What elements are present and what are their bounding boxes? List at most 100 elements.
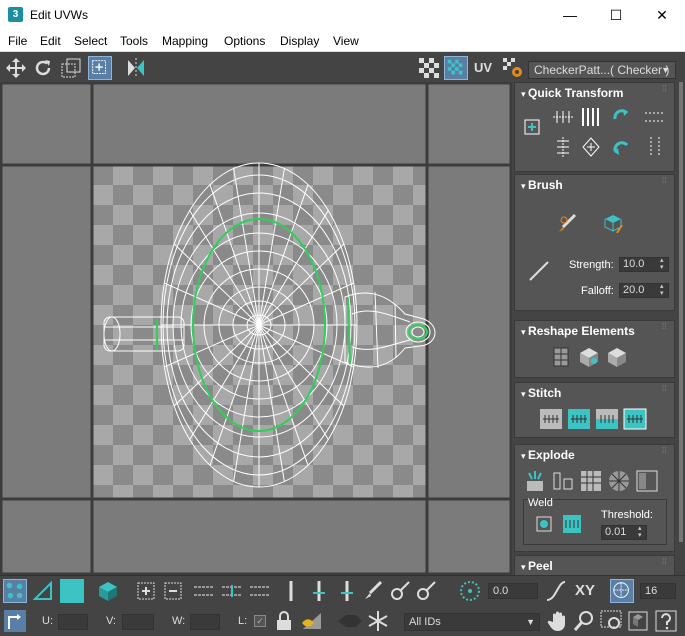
straighten-selection-icon[interactable]: [549, 345, 573, 369]
flip-vertical-icon[interactable]: [643, 135, 667, 159]
checker-pattern-dropdown[interactable]: CheckerPatt...( Checker ) ▼: [528, 61, 676, 79]
grow-selection-icon[interactable]: [134, 579, 158, 603]
grid-size-field[interactable]: 16: [640, 583, 676, 599]
absolute-offset-icon[interactable]: [3, 609, 27, 633]
strength-spinner[interactable]: 10.0: [619, 257, 669, 272]
zoom-region-icon[interactable]: [599, 609, 623, 633]
menu-file[interactable]: File: [8, 34, 27, 48]
relax-icon[interactable]: [577, 345, 601, 369]
pan-hand-icon[interactable]: [546, 609, 570, 633]
menu-display[interactable]: Display: [280, 34, 319, 48]
stitch-to-target-icon[interactable]: [623, 407, 647, 431]
scale-icon[interactable]: [59, 56, 83, 80]
loop-shrink-icon[interactable]: [248, 579, 272, 603]
explode-sphere-icon[interactable]: [607, 469, 631, 493]
uv-label[interactable]: UV: [474, 60, 492, 75]
rotate-ccw-icon[interactable]: [609, 105, 633, 129]
vertex-mode-button[interactable]: [3, 579, 27, 603]
v-field[interactable]: [122, 614, 154, 630]
paint-select-shrink-icon[interactable]: [414, 579, 438, 603]
menu-options[interactable]: Options: [224, 34, 265, 48]
falloff-spinner[interactable]: 20.0: [619, 283, 669, 298]
lock-icon[interactable]: [272, 609, 296, 633]
weld-target-icon[interactable]: [560, 512, 584, 536]
brush-stroke-icon[interactable]: [527, 259, 551, 283]
xy-label[interactable]: XY: [575, 582, 595, 599]
paint-select-icon[interactable]: [361, 579, 385, 603]
strength-value: 10.0: [623, 258, 645, 270]
stitch-average-icon[interactable]: [595, 407, 619, 431]
lock-checkbox[interactable]: ✓: [254, 615, 266, 627]
rotate-icon[interactable]: [31, 56, 55, 80]
loop-select-icon[interactable]: [192, 579, 216, 603]
panel-scrollbar[interactable]: [677, 82, 685, 575]
checker-toggle-button[interactable]: [444, 56, 468, 80]
edge-mode-icon[interactable]: [31, 579, 55, 603]
freeze-icon[interactable]: [336, 609, 364, 633]
stack-elements-icon[interactable]: [605, 345, 629, 369]
paint-brush-icon[interactable]: [555, 211, 579, 235]
help-icon[interactable]: [654, 609, 678, 633]
app-icon: 3: [8, 7, 23, 22]
paint-select-grow-icon[interactable]: [388, 579, 412, 603]
zoom-extents-icon[interactable]: [626, 609, 650, 633]
snowflake-icon[interactable]: [366, 609, 390, 633]
loop-grow-icon[interactable]: [220, 579, 244, 603]
reshape-elements-header[interactable]: Reshape Elements: [521, 324, 635, 338]
close-button[interactable]: ✕: [639, 0, 685, 30]
u-field[interactable]: [58, 614, 88, 630]
relax-brush-icon[interactable]: [601, 211, 625, 235]
threshold-spinner[interactable]: 0.01: [601, 525, 647, 540]
face-mode-icon[interactable]: [60, 579, 84, 603]
ring-grow-icon[interactable]: [307, 579, 331, 603]
soft-selection-icon[interactable]: [458, 579, 482, 603]
material-ids-dropdown[interactable]: All IDs ▼: [404, 613, 540, 631]
flatten-icon[interactable]: [551, 469, 575, 493]
w-field[interactable]: [190, 614, 220, 630]
falloff-label: Falloff:: [581, 285, 614, 297]
quick-transform-header[interactable]: Quick Transform: [521, 86, 623, 100]
flip-horizontal-icon[interactable]: [643, 105, 667, 129]
shrink-selection-icon[interactable]: [161, 579, 185, 603]
zoom-icon[interactable]: [572, 609, 596, 633]
space-horizontal-icon[interactable]: [579, 105, 603, 129]
break-icon[interactable]: [523, 469, 547, 493]
menu-select[interactable]: Select: [74, 34, 107, 48]
maximize-button[interactable]: ☐: [593, 0, 639, 30]
brush-header[interactable]: Brush: [521, 178, 563, 192]
soft-selection-value-field[interactable]: 0.0: [488, 583, 538, 599]
explode-header[interactable]: Explode: [521, 448, 575, 462]
minimize-button[interactable]: —: [547, 0, 593, 30]
hide-icon[interactable]: [300, 609, 324, 633]
scrollbar-thumb[interactable]: [679, 82, 683, 542]
menu-view[interactable]: View: [333, 34, 359, 48]
straighten-icon[interactable]: [579, 135, 603, 159]
rotate-cw-icon[interactable]: [609, 135, 633, 159]
falloff-curve-icon[interactable]: [544, 579, 568, 603]
checker-settings-icon[interactable]: [501, 56, 525, 80]
align-horizontal-icon[interactable]: [551, 105, 575, 129]
ring-shrink-icon[interactable]: [335, 579, 359, 603]
explode-grid-icon[interactable]: [579, 469, 603, 493]
menu-mapping[interactable]: Mapping: [162, 34, 208, 48]
move-icon[interactable]: [4, 56, 28, 80]
uv-editor-viewport[interactable]: [0, 82, 512, 575]
l-label: L:: [238, 615, 248, 627]
show-map-icon[interactable]: [417, 56, 441, 80]
stitch-to-source-icon[interactable]: [567, 407, 591, 431]
freeform-mode-button[interactable]: [88, 56, 112, 80]
menu-tools[interactable]: Tools: [120, 34, 148, 48]
mirror-icon[interactable]: [124, 56, 148, 80]
grid-snap-button[interactable]: [610, 579, 634, 603]
weld-selected-icon[interactable]: [532, 512, 556, 536]
align-vertical-icon[interactable]: [551, 135, 575, 159]
align-to-pivot-icon[interactable]: [523, 118, 541, 136]
uv-canvas[interactable]: [0, 82, 512, 575]
element-mode-icon[interactable]: [96, 579, 120, 603]
stitch-header[interactable]: Stitch: [521, 386, 561, 400]
peel-header[interactable]: Peel: [521, 559, 553, 573]
stitch-custom-icon[interactable]: [539, 407, 563, 431]
explode-faces-icon[interactable]: [635, 469, 659, 493]
ring-select-icon[interactable]: [279, 579, 303, 603]
menu-edit[interactable]: Edit: [40, 34, 61, 48]
